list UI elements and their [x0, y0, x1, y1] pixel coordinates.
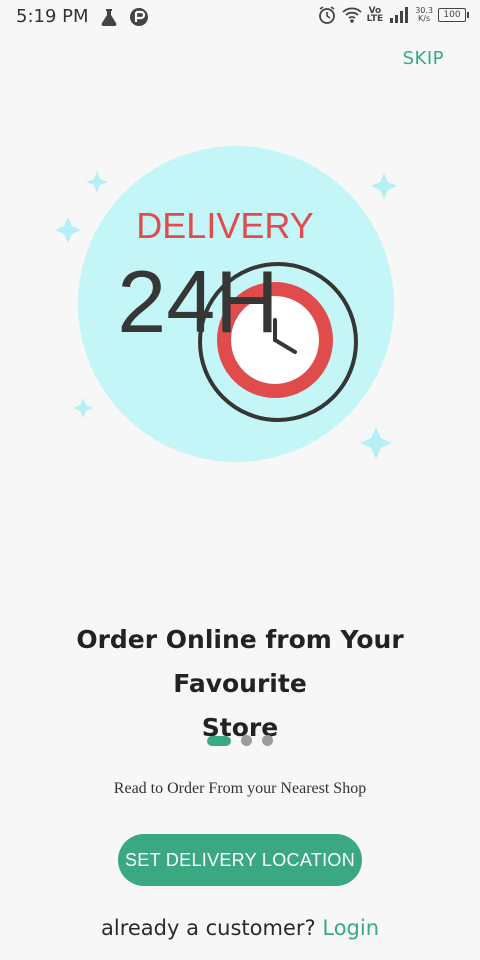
- status-time: 5:19 PM: [16, 6, 89, 27]
- network-speed: 30.3 K/s: [415, 7, 433, 23]
- onboarding-subtext: Read to Order From your Nearest Shop: [113, 780, 367, 797]
- sparkle-icon: [73, 398, 93, 418]
- sparkle-icon: [86, 171, 108, 193]
- hero-hours: 24H: [117, 252, 278, 351]
- delivery-24h-illustration: DELIVERY 24H: [55, 146, 397, 462]
- sparkle-icon: [371, 173, 397, 199]
- status-bar: 5:19 PM Vo LTE 30.3 K/s 100: [0, 0, 480, 34]
- alarm-icon: [318, 6, 335, 24]
- status-left-icons: [98, 6, 150, 28]
- sync-icon: [130, 8, 148, 26]
- sparkle-icon: [55, 217, 81, 243]
- battery-icon: 100: [438, 8, 469, 22]
- signal-icon: [390, 7, 409, 23]
- status-right-icons: Vo LTE 30.3 K/s 100: [317, 5, 469, 25]
- page-dot[interactable]: [262, 735, 273, 746]
- login-link[interactable]: Login: [322, 916, 379, 940]
- wifi-icon: [342, 7, 362, 23]
- flask-icon: [101, 9, 117, 26]
- volte-bottom-label: LTE: [366, 14, 384, 24]
- network-speed-unit: K/s: [418, 14, 431, 23]
- login-prompt: already a customer?: [100, 916, 316, 940]
- page-dot-active[interactable]: [207, 735, 231, 746]
- hero-illustration: DELIVERY 24H: [50, 140, 430, 480]
- onboarding-headline: Order Online from Your Favourite Store: [20, 618, 460, 750]
- skip-button[interactable]: SKIP: [403, 48, 444, 69]
- volte-indicator: Vo LTE: [366, 7, 384, 24]
- headline-line-1: Order Online from Your Favourite: [76, 625, 404, 698]
- hero-title: DELIVERY: [136, 205, 313, 246]
- login-row: already a customer? Login: [0, 916, 480, 940]
- page-dot[interactable]: [241, 735, 252, 746]
- set-delivery-location-button[interactable]: SET DELIVERY LOCATION: [118, 834, 362, 886]
- sparkle-icon: [360, 427, 392, 459]
- page-indicator: [0, 735, 480, 746]
